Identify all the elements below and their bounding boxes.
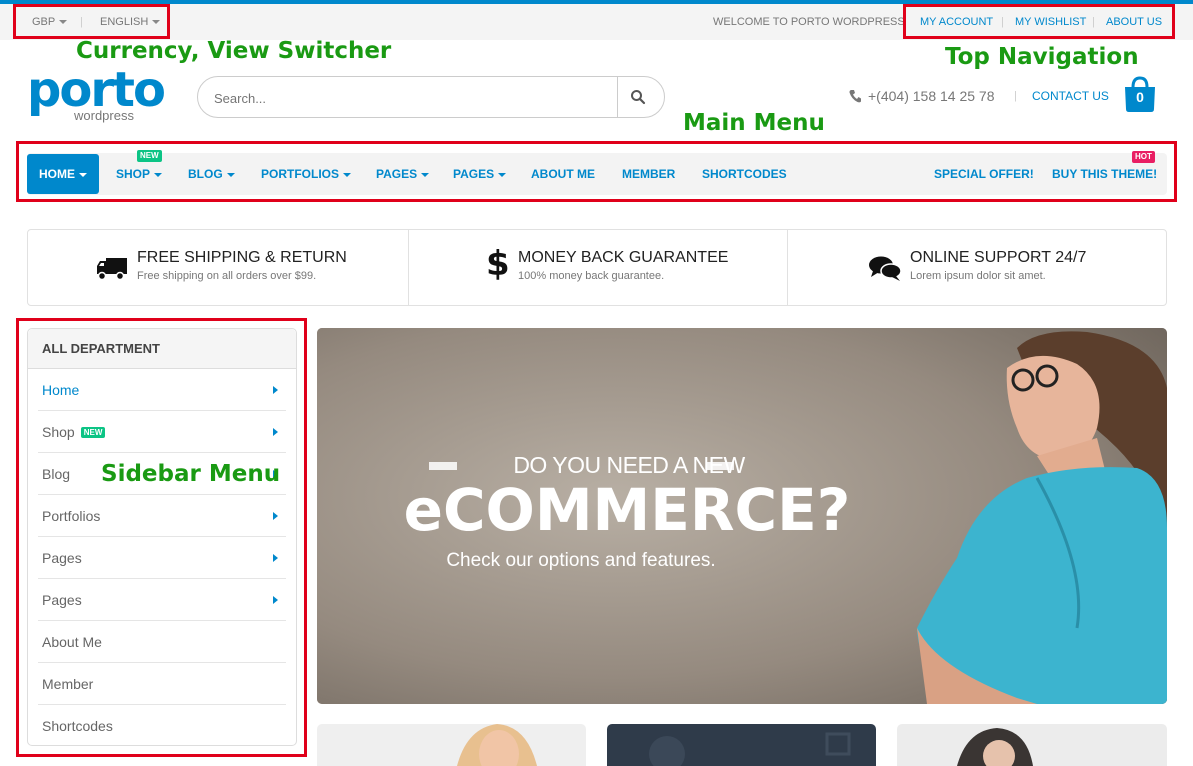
search-box: [197, 76, 665, 118]
search-icon[interactable]: [630, 89, 646, 105]
welcome-text: WELCOME TO PORTO WORDPRESS: [713, 16, 905, 28]
annotation-main-menu: Main Menu: [683, 110, 825, 136]
banner-image: [649, 732, 851, 766]
top-navigation-highlight: [903, 4, 1175, 39]
annotation-sidebar-menu: Sidebar Menu: [101, 461, 281, 487]
feature-strip: FREE SHIPPING & RETURN Free shipping on …: [27, 229, 1167, 306]
hero-eyebrow: DO YOU NEED A NEW: [513, 452, 745, 478]
promo-banner-3[interactable]: [897, 724, 1167, 766]
banner-image: [457, 724, 537, 766]
truck-icon: [97, 258, 127, 281]
phone-icon: [849, 90, 861, 103]
chat-icon: [869, 256, 902, 281]
annotation-currency-switcher: Currency, View Switcher: [76, 38, 392, 64]
feature-subtitle: Lorem ipsum dolor sit amet.: [910, 270, 1046, 282]
feature-title: FREE SHIPPING & RETURN: [137, 249, 347, 266]
feature-subtitle: Free shipping on all orders over $99.: [137, 270, 317, 282]
hero-subtitle: Check our options and features.: [446, 550, 716, 571]
main-menu-highlight: [16, 141, 1177, 202]
feature-divider: [787, 230, 788, 305]
logo[interactable]: porto: [27, 66, 166, 114]
logo-subtitle: wordpress: [74, 108, 134, 123]
sidebar-menu-highlight: [16, 318, 307, 757]
annotation-top-navigation: Top Navigation: [945, 44, 1139, 70]
promo-banner-2[interactable]: [607, 724, 876, 766]
cart-count: 0: [1136, 89, 1144, 105]
feature-title: ONLINE SUPPORT 24/7: [910, 249, 1087, 266]
hero-title: eCOMMERCE?: [403, 476, 851, 544]
divider: |: [1014, 90, 1017, 102]
feature-subtitle: 100% money back guarantee.: [518, 270, 665, 282]
contact-us-link[interactable]: CONTACT US: [1032, 89, 1109, 103]
feature-title: MONEY BACK GUARANTEE: [518, 249, 729, 266]
search-input[interactable]: [214, 87, 604, 109]
feature-divider: [408, 230, 409, 305]
currency-switcher-highlight: [13, 4, 170, 39]
hero-banner[interactable]: DO YOU NEED A NEW eCOMMERCE? Check our o…: [317, 328, 1167, 704]
dollar-icon: $: [486, 244, 510, 284]
search-divider: [617, 77, 618, 117]
phone-number: +(404) 158 14 25 78: [868, 88, 995, 104]
promo-banner-1[interactable]: [317, 724, 586, 766]
banner-image: [957, 728, 1033, 766]
